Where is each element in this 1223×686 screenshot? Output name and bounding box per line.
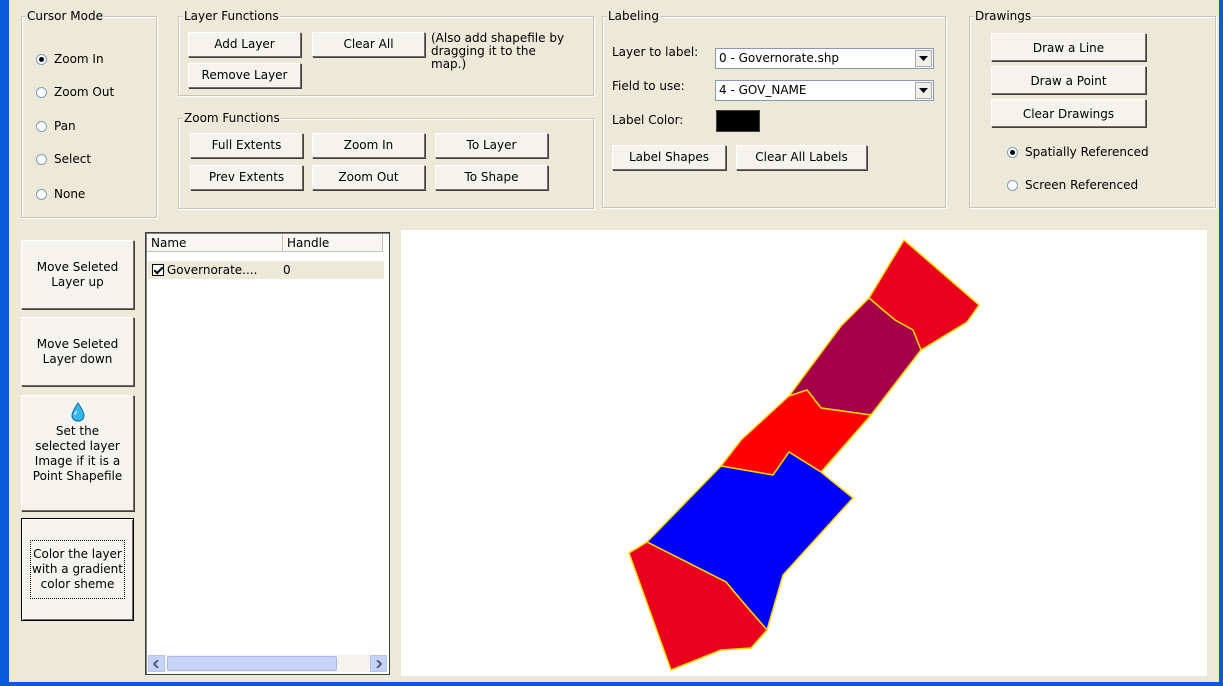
drag-shapefile-note: (Also add shapefile by dragging it to th… [431, 31, 565, 71]
window-bottom-border [0, 682, 1223, 686]
clear-all-button[interactable]: Clear All [312, 32, 425, 57]
radio-zoom-out[interactable]: Zoom Out [36, 84, 114, 100]
field-to-use-select[interactable]: 4 - GOV_NAME [715, 80, 934, 101]
gradient-line3: color sheme [40, 577, 115, 591]
label-shapes-button[interactable]: Label Shapes [612, 145, 726, 170]
layer-list[interactable]: Name Handle Governorate.... 0 [145, 232, 390, 675]
radio-label-none: None [54, 187, 86, 201]
set-image-line2: selected layer [35, 439, 120, 453]
zoom-functions-group: Zoom Functions Full Extents Zoom In To L… [178, 111, 594, 209]
labeling-group: Labeling Layer to label: 0 - Governorate… [602, 9, 946, 208]
layer-to-label-select[interactable]: 0 - Governorate.shp [715, 48, 934, 69]
focus-rect: Color the layer with a gradient color sh… [30, 540, 125, 599]
move-down-line1: Move Seleted [36, 336, 119, 351]
move-layer-down-button[interactable]: Move Seleted Layer down [21, 317, 134, 386]
scroll-thumb[interactable] [167, 656, 337, 671]
cursor-mode-group: Cursor Mode Zoom In Zoom Out Pan Select … [21, 9, 157, 218]
layer-visible-checkbox[interactable] [152, 264, 164, 276]
radio-dot-none [36, 188, 47, 200]
set-layer-image-button[interactable]: Set the selected layer Image if it is a … [21, 395, 134, 511]
application-window: Cursor Mode Zoom In Zoom Out Pan Select … [0, 0, 1223, 686]
window-left-border [0, 0, 9, 686]
drawings-group: Drawings Draw a Line Draw a Point Clear … [969, 9, 1216, 208]
map-canvas[interactable] [401, 230, 1207, 676]
column-header-handle[interactable]: Handle [283, 234, 383, 252]
chevron-down-icon[interactable] [915, 82, 932, 99]
zoom-functions-title: Zoom Functions [183, 111, 281, 125]
chevron-down-icon[interactable] [915, 50, 932, 67]
remove-layer-button[interactable]: Remove Layer [188, 63, 301, 88]
move-up-line2: Layer up [51, 274, 104, 289]
full-extents-button[interactable]: Full Extents [190, 133, 303, 158]
to-layer-button[interactable]: To Layer [435, 133, 548, 158]
radio-label-pan: Pan [54, 119, 76, 133]
radio-zoom-in[interactable]: Zoom In [36, 51, 104, 67]
field-to-use-label: Field to use: [612, 79, 685, 93]
radio-screen-referenced[interactable]: Screen Referenced [1007, 177, 1138, 193]
scroll-right-icon[interactable] [370, 655, 387, 672]
radio-label-zoom-in: Zoom In [54, 52, 104, 66]
layer-functions-title: Layer Functions [183, 9, 280, 23]
scroll-left-icon[interactable] [148, 655, 165, 672]
horizontal-scrollbar[interactable] [148, 655, 387, 672]
clear-all-labels-button[interactable]: Clear All Labels [736, 145, 867, 170]
radio-dot-zoom-in [36, 53, 47, 65]
move-layer-up-button[interactable]: Move Seleted Layer up [21, 240, 134, 309]
map-svg [628, 238, 981, 671]
radio-dot-select [36, 153, 47, 165]
radio-none[interactable]: None [36, 186, 85, 202]
layer-functions-group: Layer Functions Add Layer Clear All Remo… [178, 9, 594, 96]
move-up-line1: Move Seleted [36, 259, 119, 274]
draw-point-button[interactable]: Draw a Point [991, 66, 1146, 94]
radio-label-screen-referenced: Screen Referenced [1025, 178, 1139, 192]
radio-dot-zoom-out [36, 86, 47, 98]
radio-dot-spatially-referenced [1007, 146, 1018, 158]
radio-label-select: Select [54, 152, 92, 166]
radio-label-zoom-out: Zoom Out [54, 85, 115, 99]
list-item[interactable]: Governorate.... 0 [148, 261, 384, 279]
zoom-in-button[interactable]: Zoom In [312, 133, 425, 158]
move-down-line2: Layer down [42, 351, 113, 366]
field-to-use-value: 4 - GOV_NAME [719, 83, 807, 97]
layer-to-label-value: 0 - Governorate.shp [719, 51, 840, 65]
layer-handle: 0 [283, 263, 291, 277]
radio-spatially-referenced[interactable]: Spatially Referenced [1007, 144, 1149, 160]
window-right-border [1219, 0, 1223, 686]
to-shape-button[interactable]: To Shape [435, 165, 548, 190]
layer-name: Governorate.... [167, 263, 258, 277]
cursor-mode-title: Cursor Mode [26, 9, 104, 23]
set-image-line4: Point Shapefile [32, 469, 123, 483]
gradient-line2: with a gradient [32, 562, 123, 576]
column-header-name[interactable]: Name [147, 234, 283, 252]
radio-pan[interactable]: Pan [36, 118, 76, 134]
layer-list-header: Name Handle [147, 234, 388, 252]
water-drop-icon [70, 402, 85, 424]
clear-drawings-button[interactable]: Clear Drawings [991, 99, 1146, 127]
label-color-swatch[interactable] [716, 110, 760, 132]
drawings-title: Drawings [974, 9, 1033, 23]
zoom-out-button[interactable]: Zoom Out [312, 165, 425, 190]
label-color-label: Label Color: [612, 113, 684, 127]
add-layer-button[interactable]: Add Layer [188, 32, 301, 57]
labeling-title: Labeling [607, 9, 660, 23]
draw-line-button[interactable]: Draw a Line [991, 33, 1146, 61]
prev-extents-button[interactable]: Prev Extents [190, 165, 303, 190]
radio-dot-pan [36, 120, 47, 132]
radio-label-spatially-referenced: Spatially Referenced [1025, 145, 1149, 159]
set-image-line3: Image if it is a [34, 454, 121, 468]
gradient-color-button[interactable]: Color the layer with a gradient color sh… [21, 518, 134, 621]
radio-select[interactable]: Select [36, 151, 91, 167]
gradient-line1: Color the layer [33, 547, 122, 561]
layer-to-label-label: Layer to label: [612, 45, 699, 59]
radio-dot-screen-referenced [1007, 179, 1018, 191]
set-image-line1: Set the [55, 424, 100, 438]
